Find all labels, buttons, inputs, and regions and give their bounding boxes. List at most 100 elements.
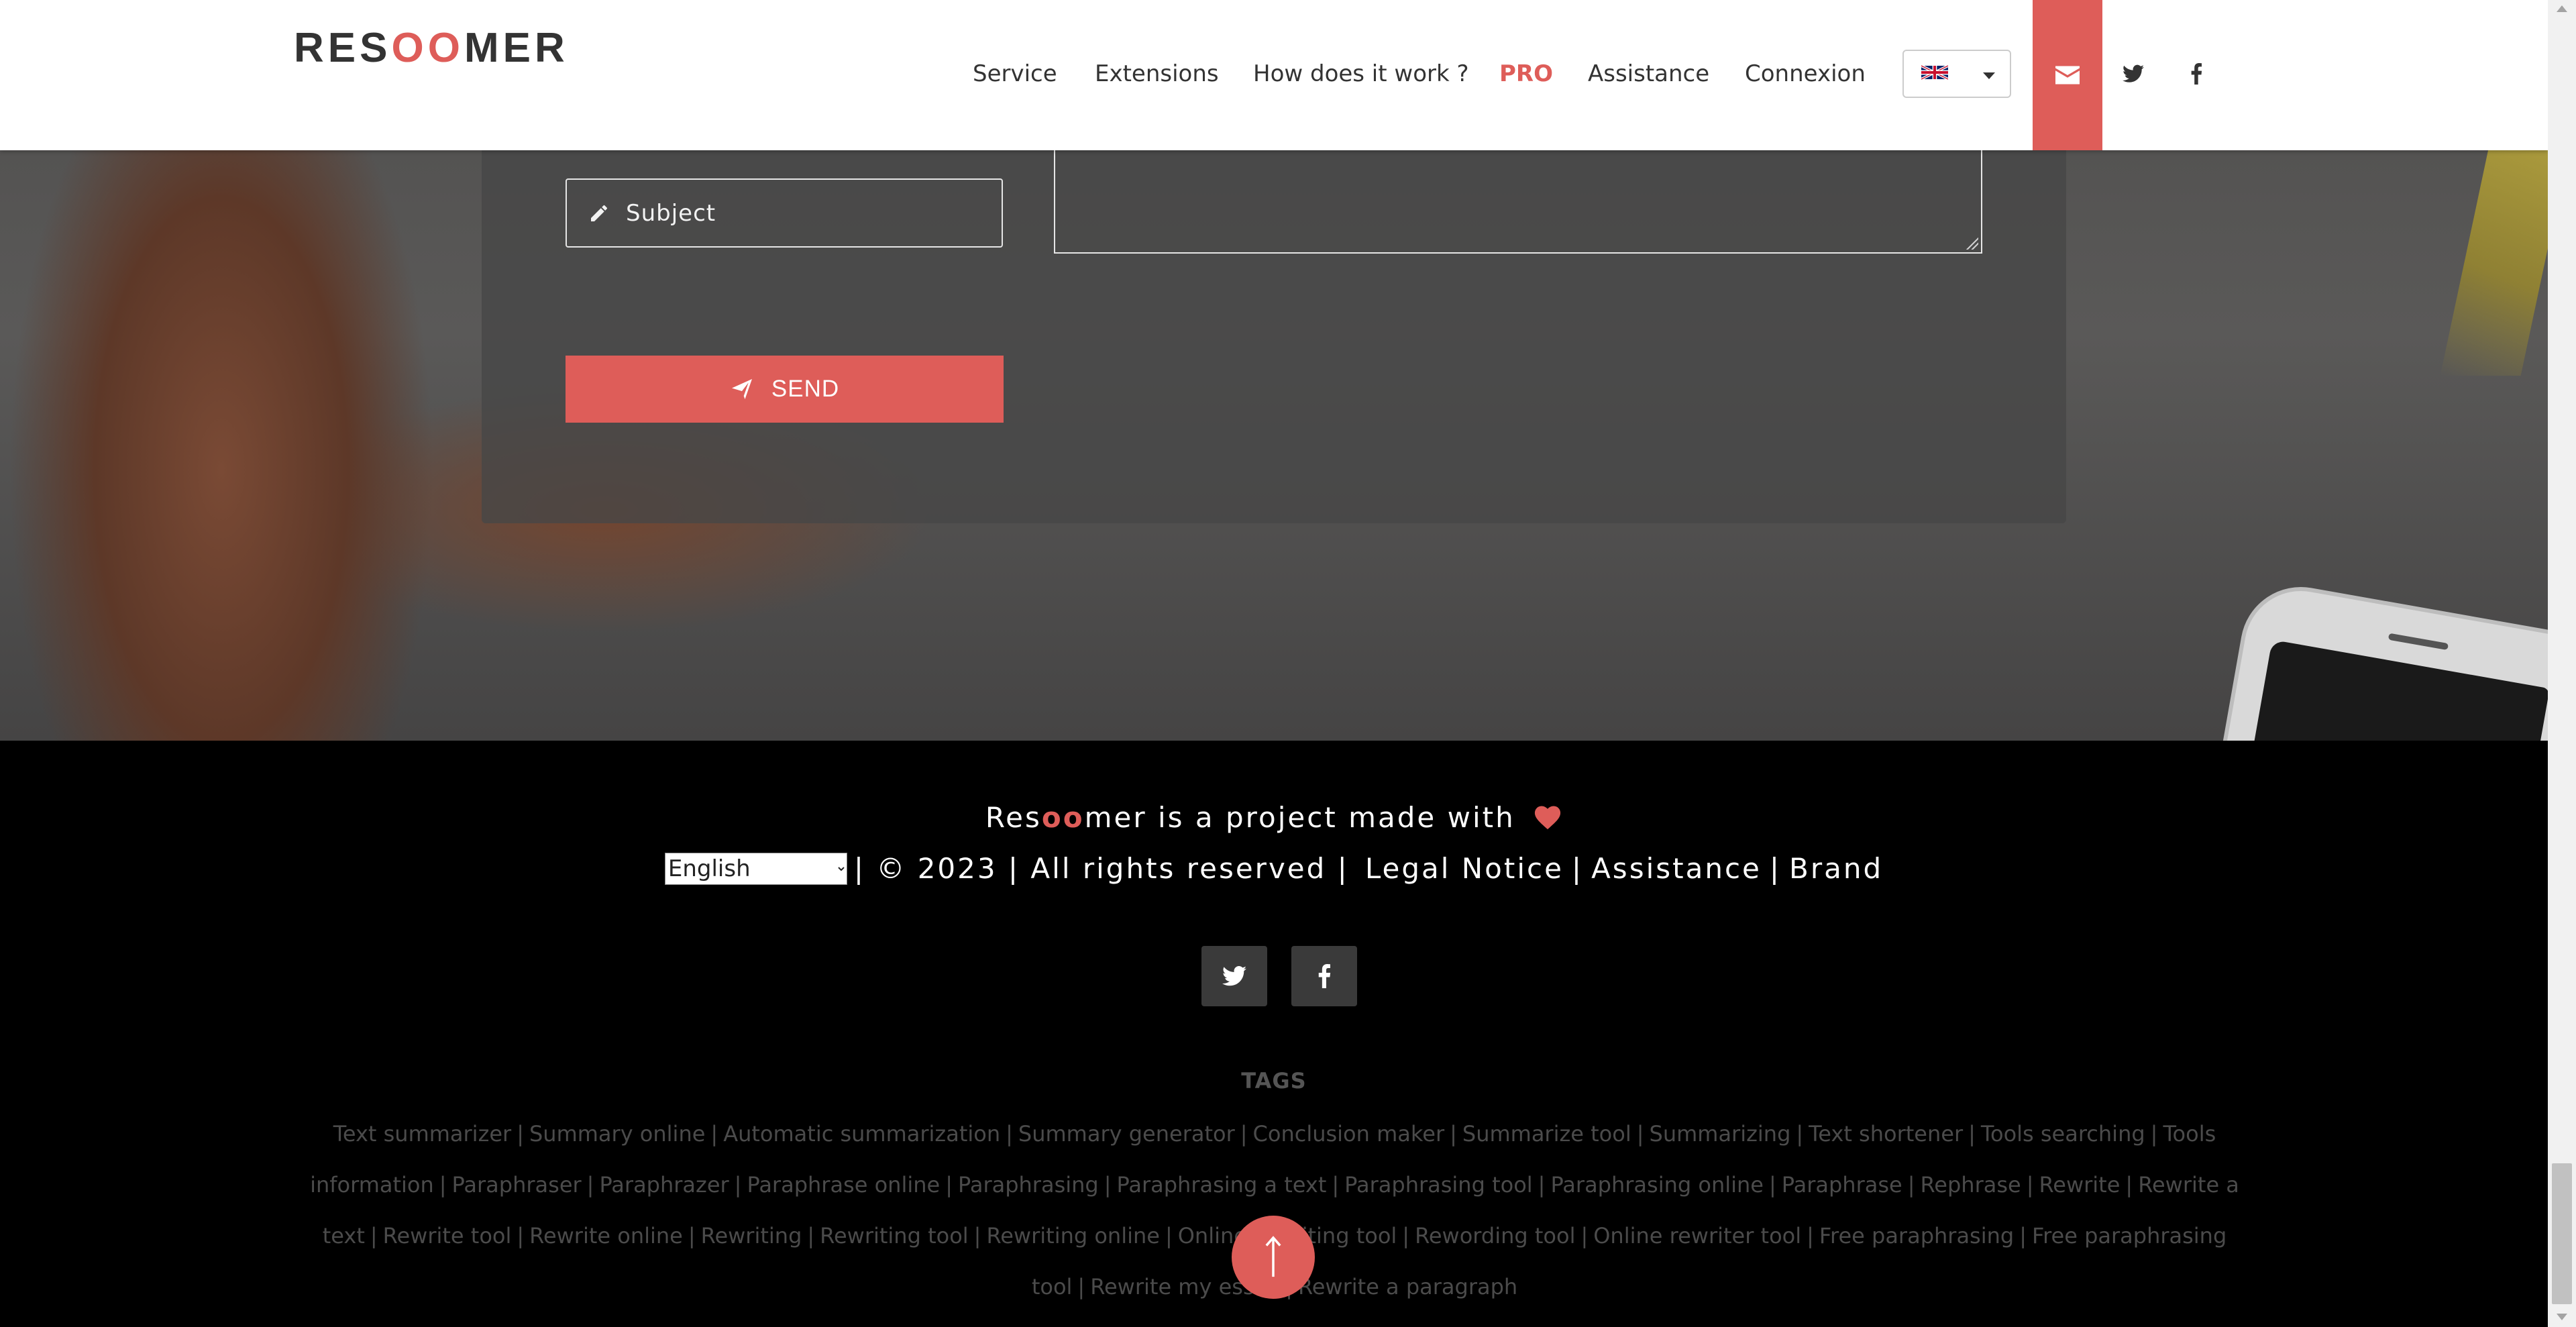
tag-separator: | — [586, 1172, 594, 1198]
uk-flag-icon — [1921, 64, 1948, 81]
tag-link[interactable]: Text summarizer — [333, 1121, 511, 1147]
tag-link[interactable]: Online rewriter tool — [1593, 1223, 1801, 1249]
tag-separator: | — [1796, 1121, 1804, 1147]
tag-separator: | — [1580, 1223, 1589, 1249]
paper-plane-icon — [730, 376, 757, 403]
tag-separator: | — [688, 1223, 696, 1249]
tag-separator: | — [2026, 1172, 2034, 1198]
tag-separator: | — [945, 1172, 953, 1198]
site-header: RESOOMER Service Extensions How does it … — [0, 0, 2548, 150]
footer-twitter-button[interactable] — [1201, 946, 1267, 1006]
chevron-down-icon — [1983, 72, 1995, 79]
tag-link[interactable]: Paraphrazer — [599, 1172, 729, 1198]
tag-separator: | — [1332, 1172, 1340, 1198]
tag-link[interactable]: Paraphrasing tool — [1344, 1172, 1533, 1198]
tags-heading: TAGS — [1241, 1068, 1307, 1094]
subject-placeholder: Subject — [626, 199, 716, 227]
scroll-down-arrow-icon[interactable] — [2557, 1314, 2567, 1320]
tag-link[interactable]: Paraphrasing a text — [1117, 1172, 1327, 1198]
assistance-link[interactable]: Assistance — [1591, 852, 1762, 885]
phone-decoration — [2221, 577, 2548, 741]
tag-link[interactable]: Paraphrasing online — [1550, 1172, 1764, 1198]
tag-link[interactable]: Rewriting online — [986, 1223, 1160, 1249]
scrollbar-thumb[interactable] — [2552, 1163, 2572, 1304]
nav-pro[interactable]: PRO — [1499, 60, 1553, 87]
brand-link[interactable]: Brand — [1789, 852, 1883, 885]
tag-link[interactable]: Tools searching — [1981, 1121, 2145, 1147]
tag-separator: | — [1807, 1223, 1814, 1249]
made-with-love-text: Resoomer is a project made with — [0, 801, 2548, 834]
nav-assistance[interactable]: Assistance — [1588, 60, 1709, 87]
tag-separator: | — [2019, 1223, 2027, 1249]
tag-separator: | — [734, 1172, 742, 1198]
twitter-icon — [1222, 966, 1246, 986]
nav-service[interactable]: Service — [973, 60, 1057, 87]
header-twitter-link[interactable] — [2120, 60, 2147, 87]
tag-link[interactable]: Paraphrase online — [747, 1172, 940, 1198]
tag-link[interactable]: Rewriting tool — [820, 1223, 969, 1249]
footer-language-select[interactable]: English — [664, 852, 847, 885]
tag-link[interactable]: Summary generator — [1018, 1121, 1235, 1147]
tag-separator: | — [2150, 1121, 2158, 1147]
envelope-icon — [2055, 66, 2080, 85]
legal-row: English | © 2023 | All rights reserved |… — [0, 852, 2548, 885]
copyright-text: | © 2023 | All rights reserved | — [853, 852, 1349, 885]
tag-link[interactable]: Rewriting — [701, 1223, 802, 1249]
legal-notice-link[interactable]: Legal Notice — [1365, 852, 1564, 885]
nav-connexion[interactable]: Connexion — [1745, 60, 1866, 87]
tag-link[interactable]: Rewrite online — [529, 1223, 683, 1249]
tag-link[interactable]: Paraphrasing — [958, 1172, 1099, 1198]
tag-separator: | — [710, 1121, 718, 1147]
resize-handle-icon[interactable] — [1966, 237, 1978, 250]
tag-link[interactable]: Free paraphrasing — [1819, 1223, 2014, 1249]
arrow-up-icon — [1265, 1236, 1281, 1277]
tag-link[interactable]: Summarize tool — [1462, 1121, 1631, 1147]
tag-separator: | — [973, 1223, 981, 1249]
tag-separator: | — [1968, 1121, 1976, 1147]
tag-link[interactable]: Rewording tool — [1415, 1223, 1575, 1249]
page-scrollbar[interactable] — [2548, 0, 2576, 1327]
heart-icon — [1535, 806, 1561, 830]
tag-link[interactable]: Rewrite a paragraph — [1298, 1274, 1517, 1299]
tag-separator: | — [2125, 1172, 2133, 1198]
tag-link[interactable]: Text shortener — [1809, 1121, 1963, 1147]
footer-facebook-button[interactable] — [1291, 946, 1357, 1006]
send-button[interactable]: SEND — [566, 356, 1004, 423]
subject-input[interactable]: Subject — [566, 178, 1003, 248]
facebook-icon — [1318, 964, 1331, 988]
tag-separator: | — [370, 1223, 378, 1249]
tag-link[interactable]: Automatic summarization — [723, 1121, 1000, 1147]
tag-link[interactable]: Rephrase — [1920, 1172, 2021, 1198]
tag-separator: | — [1006, 1121, 1013, 1147]
tag-separator: | — [1240, 1121, 1248, 1147]
pencil-icon — [586, 200, 612, 227]
nav-how-it-works[interactable]: How does it work ? — [1253, 60, 1469, 87]
tag-link[interactable]: Conclusion maker — [1253, 1121, 1445, 1147]
tag-separator: | — [1636, 1121, 1644, 1147]
tag-separator: | — [1402, 1223, 1410, 1249]
tag-separator: | — [1104, 1172, 1112, 1198]
tag-link[interactable]: Paraphrase — [1782, 1172, 1902, 1198]
tag-separator: | — [1450, 1121, 1457, 1147]
tag-separator: | — [1768, 1172, 1776, 1198]
scroll-to-top-button[interactable] — [1232, 1216, 1315, 1299]
tag-separator: | — [1077, 1274, 1085, 1299]
header-facebook-link[interactable] — [2183, 60, 2210, 87]
tag-separator: | — [439, 1172, 447, 1198]
tag-link[interactable]: Summary online — [529, 1121, 705, 1147]
tag-separator: | — [1165, 1223, 1173, 1249]
pencil-decoration — [2440, 121, 2548, 376]
tag-link[interactable]: Summarizing — [1650, 1121, 1791, 1147]
facebook-icon — [2191, 63, 2202, 85]
twitter-icon — [2123, 64, 2144, 83]
language-dropdown[interactable] — [1902, 50, 2011, 98]
tag-separator: | — [1538, 1172, 1546, 1198]
scroll-up-arrow-icon[interactable] — [2557, 5, 2567, 12]
nav-extensions[interactable]: Extensions — [1095, 60, 1219, 87]
resoomer-logo[interactable]: RESOOMER — [294, 24, 569, 72]
tag-link[interactable]: Rewrite — [2039, 1172, 2120, 1198]
tag-separator: | — [1907, 1172, 1915, 1198]
tag-link[interactable]: Paraphraser — [452, 1172, 582, 1198]
contact-mail-button[interactable] — [2033, 0, 2102, 150]
tag-link[interactable]: Rewrite tool — [383, 1223, 512, 1249]
